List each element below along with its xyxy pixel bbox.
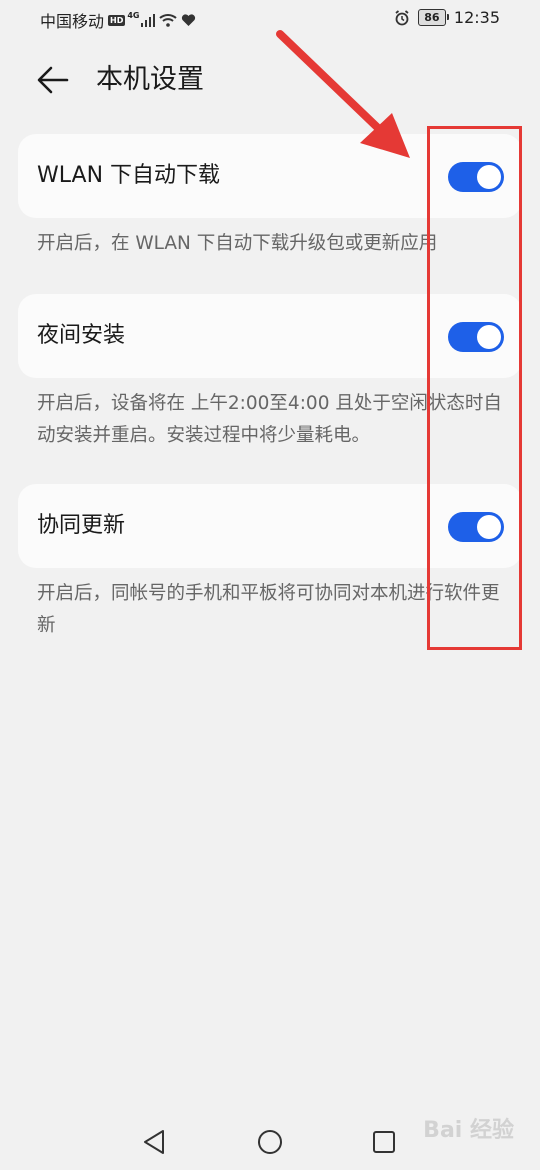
carrier-name: 中国移动 — [40, 12, 105, 31]
square-recents-icon — [373, 1131, 395, 1153]
signal-icon — [140, 13, 155, 27]
setting-label: 协同更新 — [37, 513, 126, 538]
setting-label: 夜间安装 — [37, 323, 126, 348]
triangle-back-icon — [144, 1130, 164, 1154]
nav-home-button[interactable] — [252, 1124, 288, 1160]
annotation-highlight-box — [427, 126, 522, 650]
watermark: Bai 经验 — [423, 1118, 514, 1143]
status-bar: 中国移动 HD 4G 86 12:35 — [0, 0, 540, 40]
status-right: 86 12:35 — [394, 8, 500, 27]
clock: 12:35 — [453, 8, 500, 27]
alarm-icon — [395, 9, 409, 25]
page-title: 本机设置 — [96, 64, 204, 95]
nav-back-button[interactable] — [136, 1124, 172, 1160]
network-type: 4G — [127, 10, 140, 20]
header: 本机设置 — [0, 50, 540, 110]
status-left: 中国移动 HD 4G — [40, 8, 200, 32]
circle-home-icon — [258, 1130, 282, 1154]
setting-label: WLAN 下自动下载 — [37, 163, 221, 188]
battery-indicator: 86 — [417, 9, 449, 26]
nav-recents-button[interactable] — [366, 1124, 402, 1160]
heart-icon — [181, 13, 195, 26]
back-button[interactable] — [34, 62, 72, 98]
hd-badge: HD — [108, 14, 126, 26]
back-arrow-icon — [37, 66, 69, 94]
wifi-icon — [158, 14, 177, 27]
